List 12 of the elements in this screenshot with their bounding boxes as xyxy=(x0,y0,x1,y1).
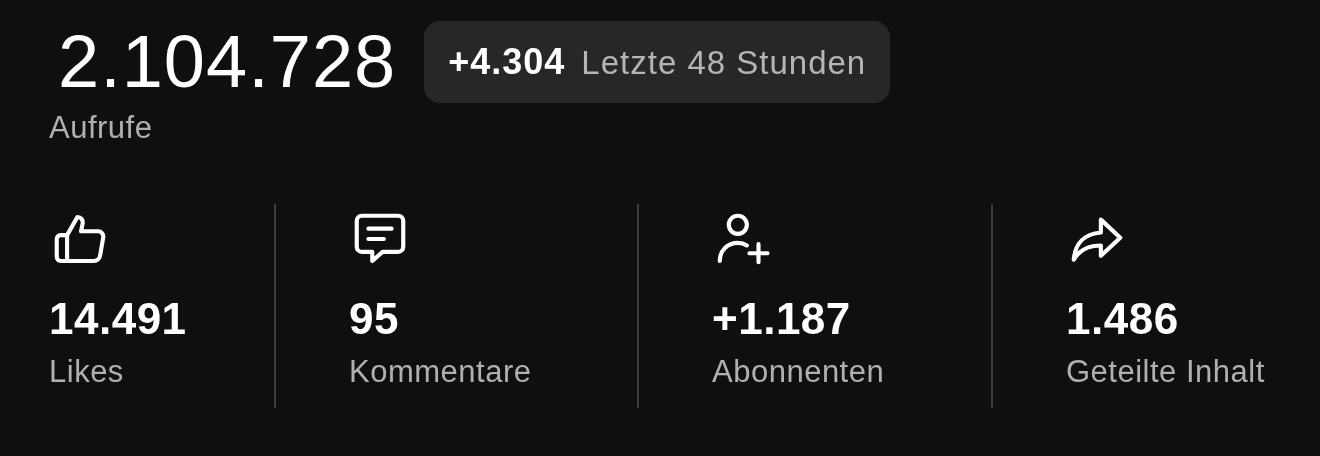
stat-value: +1.187 xyxy=(712,294,851,344)
stat-value: 95 xyxy=(349,294,399,344)
stat-label: Geteilte Inhalt xyxy=(1066,354,1265,390)
stat-value: 1.486 xyxy=(1066,294,1179,344)
recent-view-delta: +4.304 xyxy=(448,41,566,83)
stat-label: Kommentare xyxy=(349,354,532,390)
stat-label: Abonnenten xyxy=(712,354,885,390)
views-label: Aufrufe xyxy=(49,110,154,146)
stat-label: Likes xyxy=(49,354,124,390)
stat-value: 14.491 xyxy=(49,294,187,344)
view-count: 2.104.728 xyxy=(58,20,397,104)
period-label: Letzte 48 Stunden xyxy=(581,44,867,82)
